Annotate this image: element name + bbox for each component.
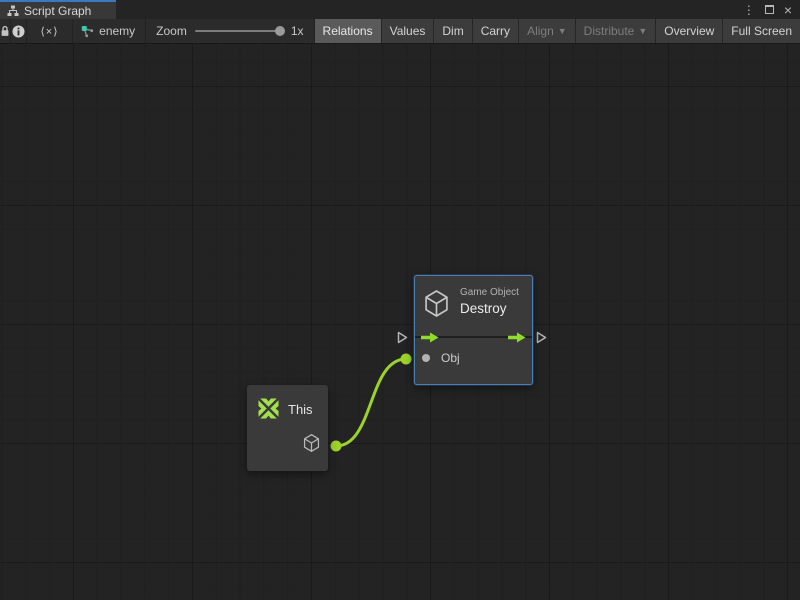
- tab-script-graph[interactable]: Script Graph: [0, 0, 116, 19]
- this-converge-arrows-icon: [258, 398, 279, 419]
- game-object-output-port[interactable]: [303, 434, 320, 452]
- values-toggle[interactable]: Values: [382, 19, 435, 43]
- flow-output-connector-icon[interactable]: [536, 331, 547, 344]
- carry-toggle[interactable]: Carry: [473, 19, 519, 43]
- lock-button[interactable]: [0, 19, 11, 43]
- wire-endpoint-target: [401, 354, 412, 365]
- zoom-control: Zoom 1x: [146, 19, 313, 43]
- full-screen-button[interactable]: Full Screen: [723, 19, 800, 43]
- maximize-icon[interactable]: [765, 5, 774, 14]
- info-button[interactable]: [11, 19, 27, 43]
- dim-toggle[interactable]: Dim: [434, 19, 472, 43]
- connection-wire[interactable]: [0, 44, 800, 600]
- close-icon[interactable]: ×: [784, 3, 792, 17]
- obj-input-port[interactable]: Obj: [422, 351, 460, 365]
- relations-toggle[interactable]: Relations: [315, 19, 382, 43]
- node-title-label: This: [288, 402, 313, 417]
- port-dot-icon: [422, 354, 430, 362]
- graph-toolbar: ⟨×⟩ enemy Zoom 1x Relations Values: [0, 19, 800, 44]
- zoom-slider-handle[interactable]: [275, 26, 285, 36]
- code-preview-toggle[interactable]: ⟨×⟩: [27, 19, 73, 43]
- zoom-value: 1x: [291, 24, 304, 38]
- title-bar: Script Graph ⋮ ×: [0, 0, 800, 19]
- graph-breadcrumb[interactable]: enemy: [73, 19, 146, 43]
- node-title-label: Destroy: [460, 301, 507, 316]
- graph-canvas[interactable]: Game Object Destroy Obj: [0, 44, 800, 600]
- node-destroy[interactable]: Game Object Destroy Obj: [414, 275, 533, 385]
- script-graph-window: Script Graph ⋮ ×: [0, 0, 800, 600]
- script-graph-asset-icon: [81, 25, 94, 38]
- hierarchy-icon: [7, 5, 19, 17]
- flow-input-arrow-icon[interactable]: [421, 332, 439, 343]
- flow-input-connector-icon[interactable]: [397, 331, 408, 344]
- window-controls: ⋮ ×: [743, 0, 800, 19]
- overview-button[interactable]: Overview: [656, 19, 723, 43]
- node-category-label: Game Object: [460, 287, 519, 298]
- zoom-slider[interactable]: [195, 30, 283, 32]
- wire-endpoint-source: [331, 441, 342, 452]
- kebab-menu-icon[interactable]: ⋮: [743, 4, 755, 16]
- tab-label: Script Graph: [24, 4, 91, 18]
- distribute-dropdown[interactable]: Distribute▼: [576, 19, 657, 43]
- breadcrumb-label: enemy: [99, 24, 135, 38]
- node-this[interactable]: This: [247, 385, 328, 471]
- chevron-down-icon: ▼: [558, 26, 567, 36]
- flow-output-arrow-icon[interactable]: [508, 332, 526, 343]
- port-label: Obj: [441, 351, 460, 365]
- game-object-cube-icon: [424, 289, 449, 318]
- align-dropdown[interactable]: Align▼: [519, 19, 576, 43]
- code-brackets-icon: ⟨×⟩: [41, 25, 59, 38]
- padlock-icon: [0, 25, 10, 37]
- zoom-label: Zoom: [156, 24, 187, 38]
- chevron-down-icon: ▼: [638, 26, 647, 36]
- info-icon: [12, 25, 25, 38]
- toolbar-buttons: Relations Values Dim Carry Align▼ Distri…: [315, 19, 800, 43]
